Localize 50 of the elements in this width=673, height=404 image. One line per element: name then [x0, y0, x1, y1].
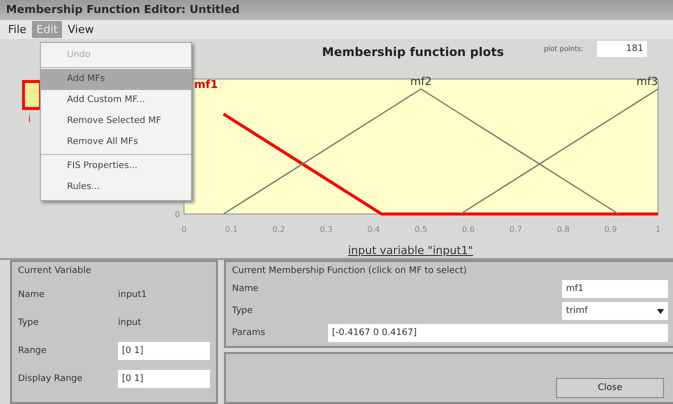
field-value: input [118, 318, 142, 328]
field-label: Range [18, 346, 48, 356]
x-tick-label: 0 [181, 225, 187, 234]
plot-points-field[interactable]: 181 [597, 41, 648, 57]
input-field[interactable]: [0 1] [118, 370, 210, 388]
input-variable-label: i [27, 114, 31, 125]
menu-entry[interactable]: Rules... [41, 177, 191, 198]
window-title: Membership Function Editor: Untitled [0, 0, 673, 20]
mf-line[interactable] [460, 88, 658, 215]
input-field[interactable]: [-0.4167 0 0.4167] [328, 324, 668, 342]
menu-entry[interactable]: FIS Properties... [41, 156, 191, 177]
x-tick-label: 0.1 [225, 225, 238, 234]
menu-entry[interactable]: Add Custom MF... [41, 90, 191, 111]
dropdown-arrow-icon [657, 308, 664, 314]
mf-label: mf1 [194, 78, 218, 91]
x-tick-label: 0.7 [509, 225, 522, 234]
field-label: Name [18, 290, 46, 300]
x-tick-label: 1 [655, 225, 661, 234]
x-axis-label: input variable "input1" [348, 244, 474, 257]
x-tick-label: 0.9 [604, 225, 617, 234]
panel-title: Current Variable [18, 266, 92, 276]
x-tick-label: 0.5 [414, 225, 428, 234]
menu-entry[interactable]: Add MFs [41, 69, 191, 90]
field-label: Type [18, 318, 40, 328]
menu-entry[interactable]: Remove All MFs [41, 132, 191, 153]
plot-title: Membership function plots [322, 45, 504, 59]
field-label: Name [232, 284, 260, 294]
panel-title: Current Membership Function (click on MF to select) [232, 266, 468, 276]
x-tick-label: 0.6 [462, 225, 475, 234]
close-button[interactable]: Close [556, 378, 664, 398]
x-tick-label: 0.4 [367, 225, 380, 234]
highlighted-mf-line[interactable] [222, 112, 658, 216]
mf-line[interactable] [223, 88, 619, 215]
mf-label: mf3 [636, 75, 658, 88]
field-label: Display Range [18, 374, 84, 384]
field-label: Type [232, 306, 254, 316]
mf-label: mf2 [410, 75, 432, 88]
input-field[interactable]: [0 1] [118, 342, 210, 360]
x-tick-label: 0.8 [556, 225, 570, 234]
input-field[interactable]: mf1 [562, 280, 668, 298]
field-label: Params [232, 328, 266, 338]
y-tick-label: 0 [174, 210, 180, 219]
x-tick-label: 0.2 [272, 225, 286, 234]
menu-entry[interactable]: Remove Selected MF [41, 111, 191, 132]
type-dropdown[interactable]: trimf [562, 302, 668, 320]
menu-item[interactable]: File [4, 21, 30, 38]
x-tick-label: 0.3 [320, 225, 333, 234]
field-value: input1 [118, 290, 147, 300]
menu-item[interactable]: View [64, 21, 98, 38]
input-variable-block[interactable] [22, 80, 42, 110]
